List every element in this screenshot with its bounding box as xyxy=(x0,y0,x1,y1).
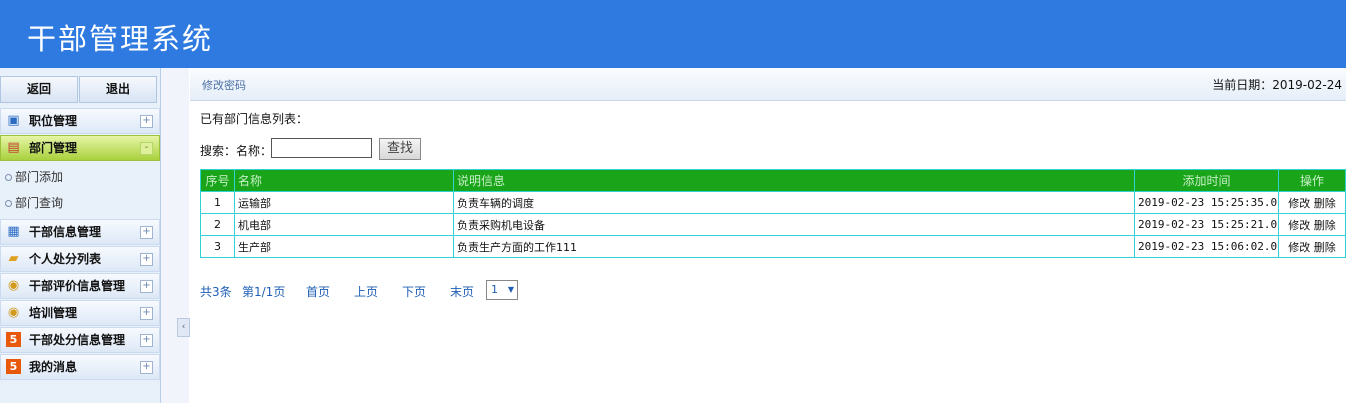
menu-label: 干部评价信息管理 xyxy=(29,279,126,293)
dept-name: 机电部 xyxy=(234,213,454,236)
back-button[interactable]: 返回 xyxy=(0,76,78,103)
department-table: 序号 名称 说明信息 添加时间 操作 1 运输部 负责车辆的调度 2019-02… xyxy=(200,169,1346,258)
folder-icon: ▰ xyxy=(8,251,19,266)
badge-icon: ◉ xyxy=(7,305,20,320)
menu-label: 部门管理 xyxy=(29,141,78,155)
menu-department-management[interactable]: ▤ 部门管理 - xyxy=(0,135,160,161)
search-label: 搜索：名称： xyxy=(200,144,273,158)
row-number: 3 xyxy=(200,235,235,258)
dept-desc: 负责采购机电设备 xyxy=(453,213,1135,236)
menu-position-management[interactable]: ▣ 职位管理 + xyxy=(0,108,160,134)
submenu-department-add[interactable]: 部门添加 xyxy=(0,164,160,190)
menu-label: 培训管理 xyxy=(29,306,78,320)
table-row: 1 运输部 负责车辆的调度 2019-02-23 15:25:35.0 修改 删… xyxy=(200,191,1346,214)
search-button[interactable]: 查找 xyxy=(379,138,421,160)
table-row: 3 生产部 负责生产方面的工作111 2019-02-23 15:06:02.0… xyxy=(200,235,1346,258)
add-time: 2019-02-23 15:06:02.0 xyxy=(1134,235,1279,258)
expand-icon: + xyxy=(140,280,153,293)
submenu-label: 部门查询 xyxy=(15,196,64,210)
row-number: 1 xyxy=(200,191,235,214)
submenu-department-query[interactable]: 部门查询 xyxy=(0,190,160,216)
page-select-value: 1 xyxy=(491,283,498,296)
sidebar-gutter xyxy=(161,68,189,403)
menu-label: 干部处分信息管理 xyxy=(29,333,126,347)
name-search-input[interactable] xyxy=(271,138,372,158)
grid-icon: ▦ xyxy=(7,224,20,239)
html5-icon: 5 xyxy=(6,332,21,347)
menu-label: 我的消息 xyxy=(29,360,78,374)
edit-link[interactable]: 修改 xyxy=(1288,197,1310,210)
dept-desc: 负责车辆的调度 xyxy=(453,191,1135,214)
expand-icon: + xyxy=(140,307,153,320)
monitor-icon: ▣ xyxy=(7,113,20,128)
page-select[interactable]: 1 ▼ xyxy=(486,280,518,300)
expand-icon: + xyxy=(140,253,153,266)
actions-cell: 修改 删除 xyxy=(1278,213,1346,236)
bullet-icon xyxy=(5,174,12,181)
dept-name: 生产部 xyxy=(234,235,454,258)
dept-desc: 负责生产方面的工作111 xyxy=(453,235,1135,258)
delete-link[interactable]: 删除 xyxy=(1314,219,1336,232)
table-row: 2 机电部 负责采购机电设备 2019-02-23 15:25:21.0 修改 … xyxy=(200,213,1346,236)
expand-icon: + xyxy=(140,334,153,347)
menu-label: 职位管理 xyxy=(29,114,78,128)
actions-cell: 修改 删除 xyxy=(1278,235,1346,258)
collapse-icon: - xyxy=(140,142,153,155)
badge-icon: ◉ xyxy=(7,278,20,293)
edit-link[interactable]: 修改 xyxy=(1288,241,1310,254)
bullet-icon xyxy=(5,200,12,207)
add-time: 2019-02-23 15:25:21.0 xyxy=(1134,213,1279,236)
chevron-down-icon: ▼ xyxy=(507,285,514,294)
column-header: 说明信息 xyxy=(453,169,1135,192)
total-count: 共3条 xyxy=(200,285,232,299)
logout-button[interactable]: 退出 xyxy=(79,76,157,103)
submenu-label: 部门添加 xyxy=(15,170,64,184)
page-info: 第1/1页 xyxy=(242,285,286,299)
delete-link[interactable]: 删除 xyxy=(1314,197,1336,210)
dept-name: 运输部 xyxy=(234,191,454,214)
first-page-link[interactable]: 首页 xyxy=(306,283,330,300)
app-header: 干部管理系统 xyxy=(0,0,1346,68)
table-header-row: 序号 名称 说明信息 添加时间 操作 xyxy=(200,169,1346,192)
menu-personal-discipline[interactable]: ▰ 个人处分列表 + xyxy=(0,246,160,272)
menu-label: 干部信息管理 xyxy=(29,225,102,239)
change-password-link[interactable]: 修改密码 xyxy=(202,77,246,93)
delete-link[interactable]: 删除 xyxy=(1314,241,1336,254)
menu-cadre-discipline[interactable]: 5 干部处分信息管理 + xyxy=(0,327,160,353)
expand-icon: + xyxy=(140,115,153,128)
app-title: 干部管理系统 xyxy=(27,22,214,56)
expand-icon: + xyxy=(140,361,153,374)
last-page-link[interactable]: 末页 xyxy=(450,283,474,300)
column-header: 操作 xyxy=(1278,169,1346,192)
prev-page-link[interactable]: 上页 xyxy=(354,283,378,300)
table-icon: ▤ xyxy=(7,140,20,155)
row-number: 2 xyxy=(200,213,235,236)
edit-link[interactable]: 修改 xyxy=(1288,219,1310,232)
menu-training[interactable]: ◉ 培训管理 + xyxy=(0,300,160,326)
actions-cell: 修改 删除 xyxy=(1278,191,1346,214)
menu-my-messages[interactable]: 5 我的消息 + xyxy=(0,354,160,380)
menu-cadre-info[interactable]: ▦ 干部信息管理 + xyxy=(0,219,160,245)
breadcrumb-bar: 修改密码 当前日期：2019-02-24 xyxy=(190,68,1346,101)
menu-cadre-evaluation[interactable]: ◉ 干部评价信息管理 + xyxy=(0,273,160,299)
menu-label: 个人处分列表 xyxy=(29,252,102,266)
next-page-link[interactable]: 下页 xyxy=(402,283,426,300)
add-time: 2019-02-23 15:25:35.0 xyxy=(1134,191,1279,214)
sidebar-collapse-button[interactable]: ‹ xyxy=(177,318,190,337)
expand-icon: + xyxy=(140,226,153,239)
column-header: 添加时间 xyxy=(1134,169,1279,192)
column-header: 序号 xyxy=(200,169,235,192)
current-date: 当前日期：2019-02-24 xyxy=(1212,78,1342,92)
section-title: 已有部门信息列表： xyxy=(200,112,309,126)
html5-icon: 5 xyxy=(6,359,21,374)
column-header: 名称 xyxy=(234,169,454,192)
